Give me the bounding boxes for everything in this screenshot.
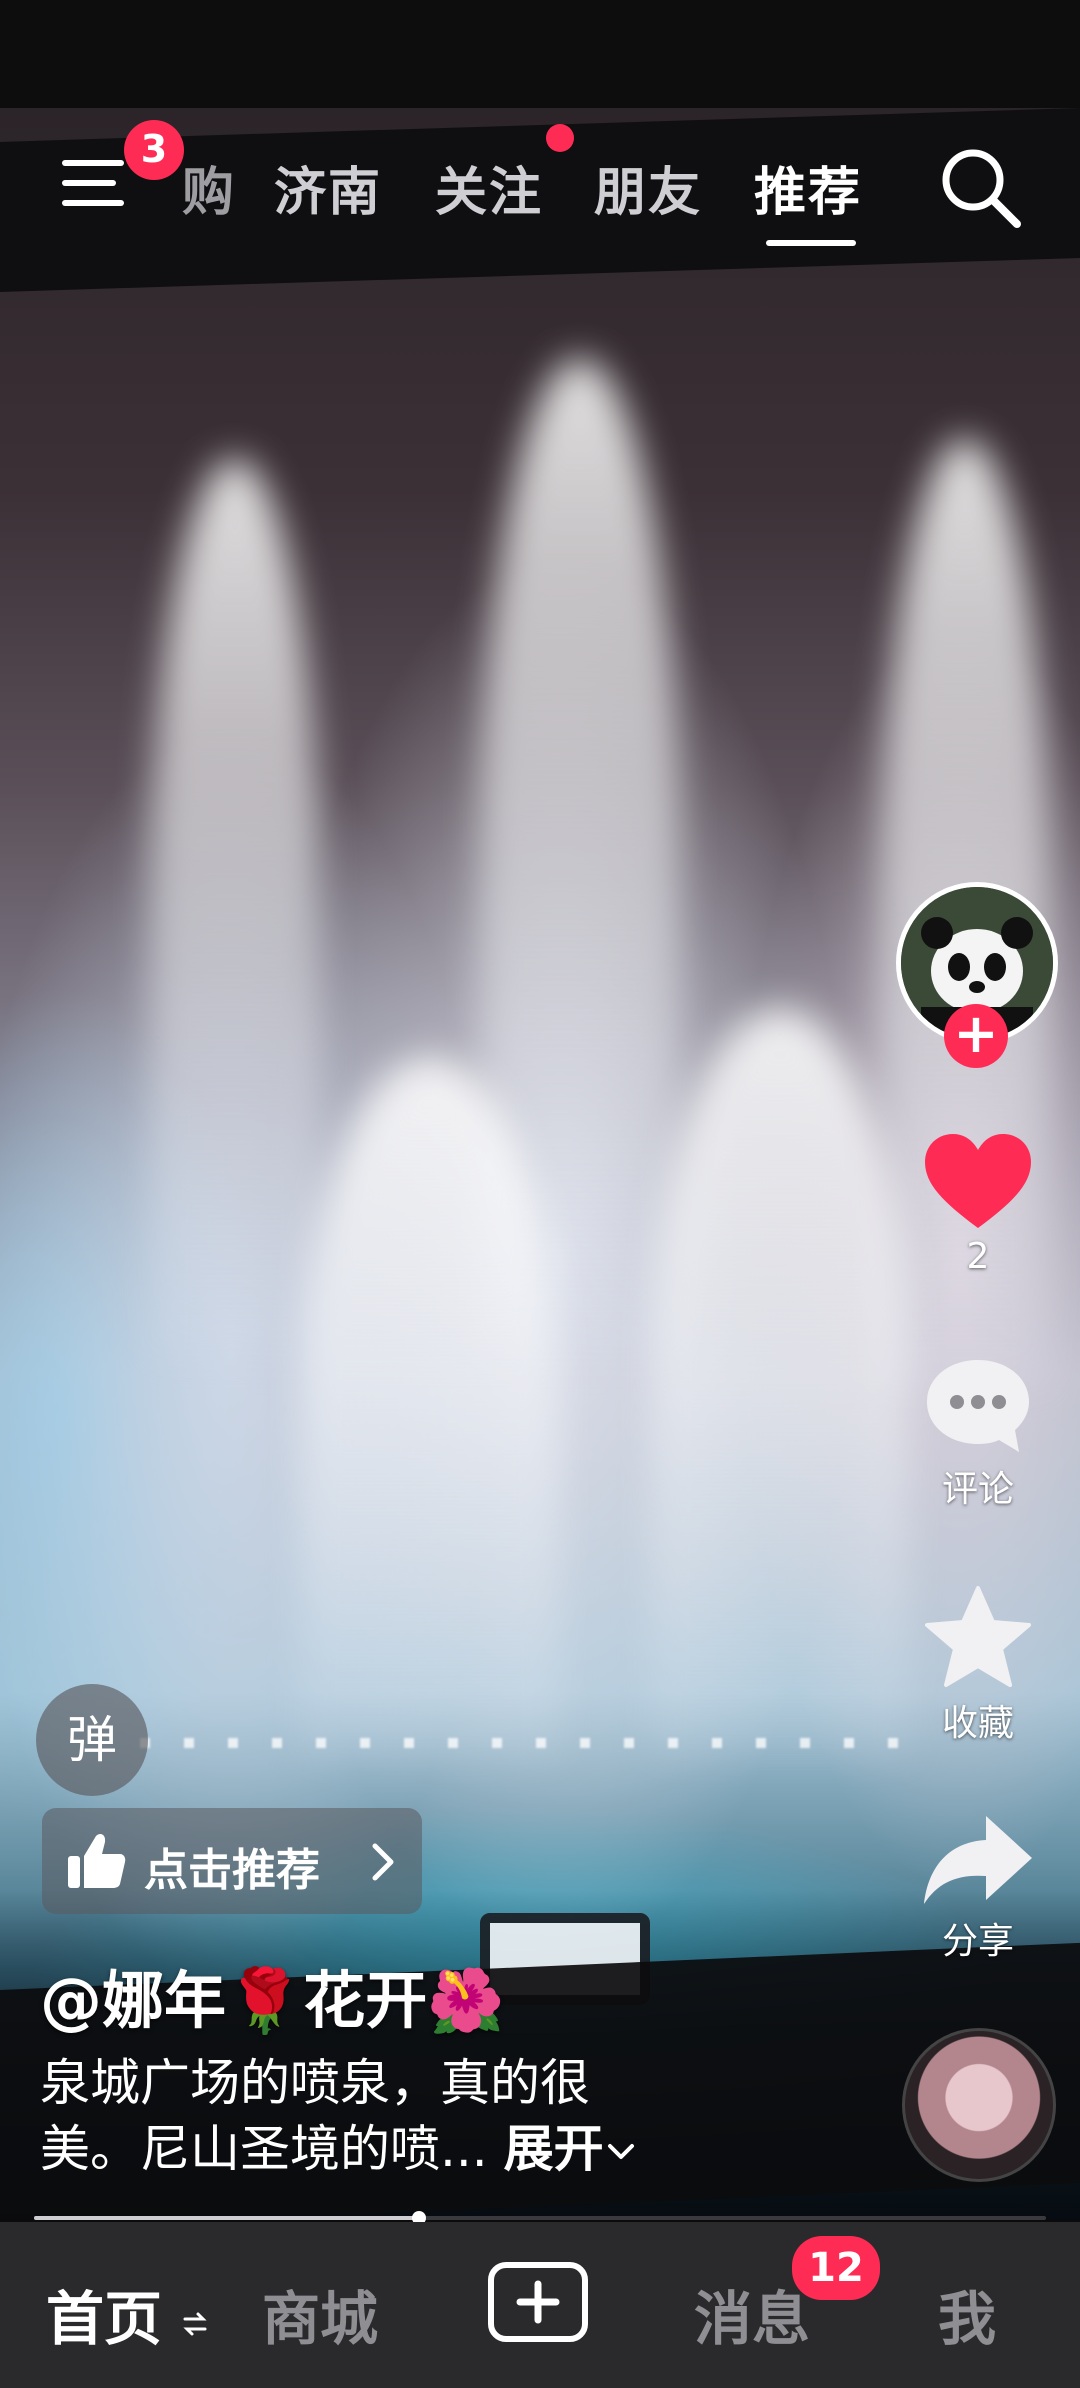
tab-jinan[interactable]: 济南 <box>274 150 382 225</box>
bottom-tab-bar: 首页 商城 消息 12 我 <box>0 2222 1080 2388</box>
tab-recommend[interactable]: 推荐 <box>754 150 862 225</box>
progress-fill <box>34 2216 419 2220</box>
fountain-jet <box>300 1058 560 1758</box>
menu-icon <box>62 160 124 166</box>
like-count: 2 <box>966 1236 990 1277</box>
expand-button[interactable]: 展开 <box>504 2120 604 2178</box>
tab-mall[interactable]: 商城 <box>262 2272 378 2356</box>
search-button[interactable] <box>935 142 1025 232</box>
chevron-right-icon <box>372 1843 394 1881</box>
share-arrow-icon <box>924 1816 1032 1904</box>
chevron-down-icon <box>607 2144 634 2159</box>
active-tab-indicator <box>766 240 856 246</box>
tab-shopping[interactable]: 购 <box>182 150 236 225</box>
description-line-2: 美。尼山圣境的喷... <box>40 2120 488 2178</box>
video-progress-bar[interactable] <box>34 2211 1046 2225</box>
favorite-label: 收藏 <box>941 1703 1014 1744</box>
search-icon <box>942 149 1021 228</box>
tab-me[interactable]: 我 <box>938 2272 996 2356</box>
following-new-dot <box>546 124 574 152</box>
recommend-label: 点击推荐 <box>144 1845 320 1896</box>
description-line-1: 泉城广场的喷泉，真的很 <box>40 2054 590 2112</box>
tab-home[interactable]: 首页 <box>46 2272 208 2356</box>
tab-friends[interactable]: 朋友 <box>594 150 702 225</box>
video-description[interactable]: 泉城广场的喷泉，真的很 美。尼山圣境的喷... 展开 <box>40 2050 820 2182</box>
like-button[interactable]: 2 <box>908 1132 1048 1277</box>
top-nav: 3 购 济南 关注 朋友 推荐 <box>0 120 1080 246</box>
comment-label: 评论 <box>941 1469 1014 1510</box>
follow-button[interactable]: + <box>944 1004 1008 1068</box>
tab-following[interactable]: 关注 <box>435 150 543 225</box>
tab-home-label: 首页 <box>46 2285 163 2353</box>
fountain-jet <box>150 458 320 1358</box>
heart-icon <box>925 1134 1031 1228</box>
menu-button[interactable] <box>62 154 132 214</box>
create-button[interactable] <box>488 2262 588 2342</box>
status-bar <box>0 0 1080 108</box>
plus-icon <box>516 2280 560 2324</box>
recommend-chip[interactable]: 点击推荐 <box>42 1808 422 1914</box>
menu-badge: 3 <box>124 120 184 180</box>
star-icon <box>925 1586 1031 1687</box>
share-label: 分享 <box>941 1921 1014 1962</box>
tab-messages[interactable]: 消息 <box>694 2272 810 2356</box>
author-name[interactable]: @娜年🌹花开🌺 <box>40 1950 504 2040</box>
share-button[interactable]: 分享 <box>908 1812 1048 1964</box>
fountain-jet <box>650 1008 910 1758</box>
danmaku-toggle[interactable]: 弹 <box>36 1684 148 1796</box>
music-disc[interactable] <box>902 2028 1056 2182</box>
comment-icon <box>927 1360 1029 1452</box>
comment-button[interactable]: 评论 <box>908 1356 1048 1512</box>
messages-badge: 12 <box>792 2236 880 2300</box>
favorite-button[interactable]: 收藏 <box>908 1584 1048 1746</box>
switch-arrows-icon <box>183 2312 207 2336</box>
fountain-lights <box>140 1738 900 1748</box>
thumbs-up-icon <box>68 1834 126 1888</box>
